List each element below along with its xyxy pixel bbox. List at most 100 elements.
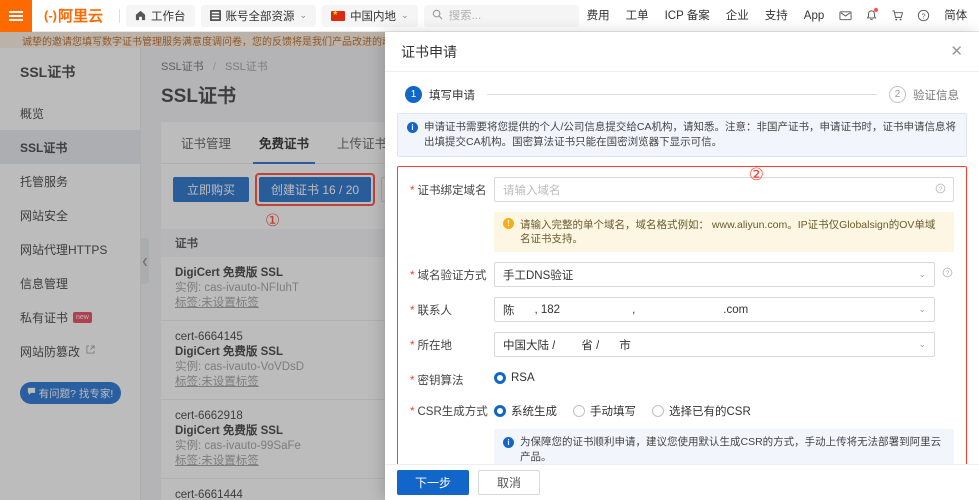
nav-chip-region[interactable]: 中国内地 ⌄ <box>322 5 418 27</box>
location-country: 中国大陆 / <box>503 337 555 353</box>
field-label-csr-mode: *CSR生成方式 <box>410 398 494 419</box>
notification-dot <box>874 8 878 12</box>
field-label-key-algorithm: *密钥算法 <box>410 367 494 388</box>
required-marker: * <box>410 406 414 418</box>
app-root: (-) 阿里云 工作台 账号全部资源 ⌄ 中国内地 ⌄ <box>0 0 979 500</box>
nav-link-enterprise[interactable]: 企业 <box>718 0 757 32</box>
field-label-contact: *联系人 <box>410 297 494 318</box>
chevron-down-icon: ⌄ <box>918 304 926 315</box>
domain-format-warning-text: 请输入完整的单个域名，域名格式例如： www.aliyun.com。IP证书仅G… <box>520 218 945 246</box>
step-number: 1 <box>405 86 422 103</box>
radio-button-icon <box>652 405 664 417</box>
field-label-verify-method: *域名验证方式 <box>410 262 494 283</box>
modal-title: 证书申请 <box>401 42 457 62</box>
application-form-highlight: ② *证书绑定域名 请输入域名 ? <box>397 166 967 464</box>
question-icon[interactable]: ? <box>942 262 954 281</box>
info-icon: i <box>503 437 514 448</box>
stepper: 1 填写申请 2 验证信息 <box>385 72 979 113</box>
contact-name: 陈 <box>503 302 515 318</box>
spacer <box>942 332 954 337</box>
radio-existing-csr[interactable]: 选择已有的CSR <box>652 403 751 419</box>
step-number: 2 <box>889 86 906 103</box>
nav-chip-all-resources[interactable]: 账号全部资源 ⌄ <box>201 5 317 27</box>
aliyun-logo[interactable]: (-) 阿里云 <box>32 5 113 26</box>
required-marker: * <box>410 185 414 197</box>
ca-info-alert-text: 申请证书需要将您提供的个人/公司信息提交给CA机构，请知悉。注意：非国产证书，申… <box>424 120 957 150</box>
global-search[interactable] <box>424 5 579 27</box>
radio-button-icon <box>494 372 506 384</box>
domain-input-placeholder: 请输入域名 <box>503 182 561 198</box>
nav-link-tickets[interactable]: 工单 <box>618 0 657 32</box>
required-marker: * <box>410 375 414 387</box>
radio-label: RSA <box>511 372 535 384</box>
svg-text:?: ? <box>921 13 925 20</box>
radio-label: 手动填写 <box>590 403 636 419</box>
modal-footer: 下一步 取消 <box>385 464 979 500</box>
field-row-key-algorithm: *密钥算法 RSA <box>410 367 954 388</box>
location-province: 省 / <box>581 337 599 353</box>
home-icon <box>135 10 146 21</box>
nav-link-language[interactable]: 简体 <box>936 0 975 32</box>
field-row-csr-mode: *CSR生成方式 系统生成 手动填写 选择已有的CS <box>410 398 954 419</box>
step-verify-info[interactable]: 2 验证信息 <box>889 86 959 103</box>
nav-link-app[interactable]: App <box>796 0 832 32</box>
radio-system-generate[interactable]: 系统生成 <box>494 403 557 419</box>
contact-phone: , 182 <box>535 304 561 316</box>
chevron-down-icon: ⌄ <box>918 339 926 350</box>
nav-chip-region-label: 中国内地 <box>350 8 396 24</box>
search-input[interactable] <box>449 10 571 22</box>
cancel-button[interactable]: 取消 <box>478 470 540 495</box>
question-icon[interactable]: ? <box>935 183 946 197</box>
search-icon <box>432 9 443 23</box>
field-label-text: CSR生成方式 <box>417 406 487 418</box>
location-select[interactable]: 中国大陆 / 省 / 市 ⌄ <box>494 332 935 357</box>
grid-icon <box>210 10 221 21</box>
nav-right-group: 费用 工单 ICP 备案 企业 支持 App ? 简体 <box>579 0 979 32</box>
field-control-domain: 请输入域名 ? <box>494 177 954 202</box>
flag-icon <box>331 11 345 21</box>
location-city: 市 <box>619 337 631 353</box>
logo-bracket-icon: (-) <box>44 8 57 23</box>
cert-apply-modal: 证书申请 ✕ 1 填写申请 2 验证信息 i 申请证书需要将您提供的个人/公司信… <box>385 32 979 500</box>
redaction-block <box>599 340 619 349</box>
nav-link-icp[interactable]: ICP 备案 <box>657 0 718 32</box>
logo-text: 阿里云 <box>58 5 103 26</box>
step-connector-line <box>487 94 877 95</box>
csr-mode-radio-group: 系统生成 手动填写 选择已有的CSR <box>494 398 760 419</box>
required-marker: * <box>410 340 414 352</box>
field-label-location: *所在地 <box>410 332 494 353</box>
help-icon[interactable]: ? <box>910 0 936 32</box>
mail-icon[interactable] <box>832 0 858 32</box>
nav-link-fees[interactable]: 费用 <box>579 0 618 32</box>
field-control-verify-method: 手工DNS验证 ⌄ ? <box>494 262 954 287</box>
field-row-domain: *证书绑定域名 请输入域名 ? <box>410 177 954 202</box>
modal-body: i 申请证书需要将您提供的个人/公司信息提交给CA机构，请知悉。注意：非国产证书… <box>385 113 979 464</box>
field-label-text: 联系人 <box>417 305 452 317</box>
radio-label: 系统生成 <box>511 403 557 419</box>
step-fill-application[interactable]: 1 填写申请 <box>405 86 475 103</box>
domain-input[interactable]: 请输入域名 ? <box>494 177 954 202</box>
required-marker: * <box>410 270 414 282</box>
hamburger-menu-icon[interactable] <box>0 0 32 32</box>
cart-icon[interactable] <box>884 0 910 32</box>
close-icon[interactable]: ✕ <box>950 44 963 59</box>
warning-icon: ! <box>503 218 514 229</box>
field-label-domain: *证书绑定域名 <box>410 177 494 198</box>
nav-link-support[interactable]: 支持 <box>757 0 796 32</box>
chevron-down-icon: ⌄ <box>300 10 308 21</box>
key-algorithm-radio-group: RSA <box>494 367 544 384</box>
nav-chip-workbench[interactable]: 工作台 <box>126 5 195 27</box>
csr-note-line-1: 为保障您的证书顺利申请，建议您使用默认生成CSR的方式，手动上传将无法部署到阿里… <box>520 435 945 464</box>
svg-text:?: ? <box>946 271 950 277</box>
radio-manual-fill[interactable]: 手动填写 <box>573 403 636 419</box>
verify-method-select[interactable]: 手工DNS验证 ⌄ <box>494 262 935 287</box>
required-marker: * <box>410 305 414 317</box>
bell-icon[interactable] <box>858 0 884 32</box>
nav-divider <box>119 9 120 23</box>
contact-select[interactable]: 陈 , 182 , .com ⌄ <box>494 297 935 322</box>
field-control-contact: 陈 , 182 , .com ⌄ <box>494 297 954 322</box>
radio-rsa[interactable]: RSA <box>494 372 535 384</box>
redaction-block <box>560 305 632 314</box>
chevron-down-icon: ⌄ <box>918 269 926 280</box>
next-step-button[interactable]: 下一步 <box>397 470 469 495</box>
